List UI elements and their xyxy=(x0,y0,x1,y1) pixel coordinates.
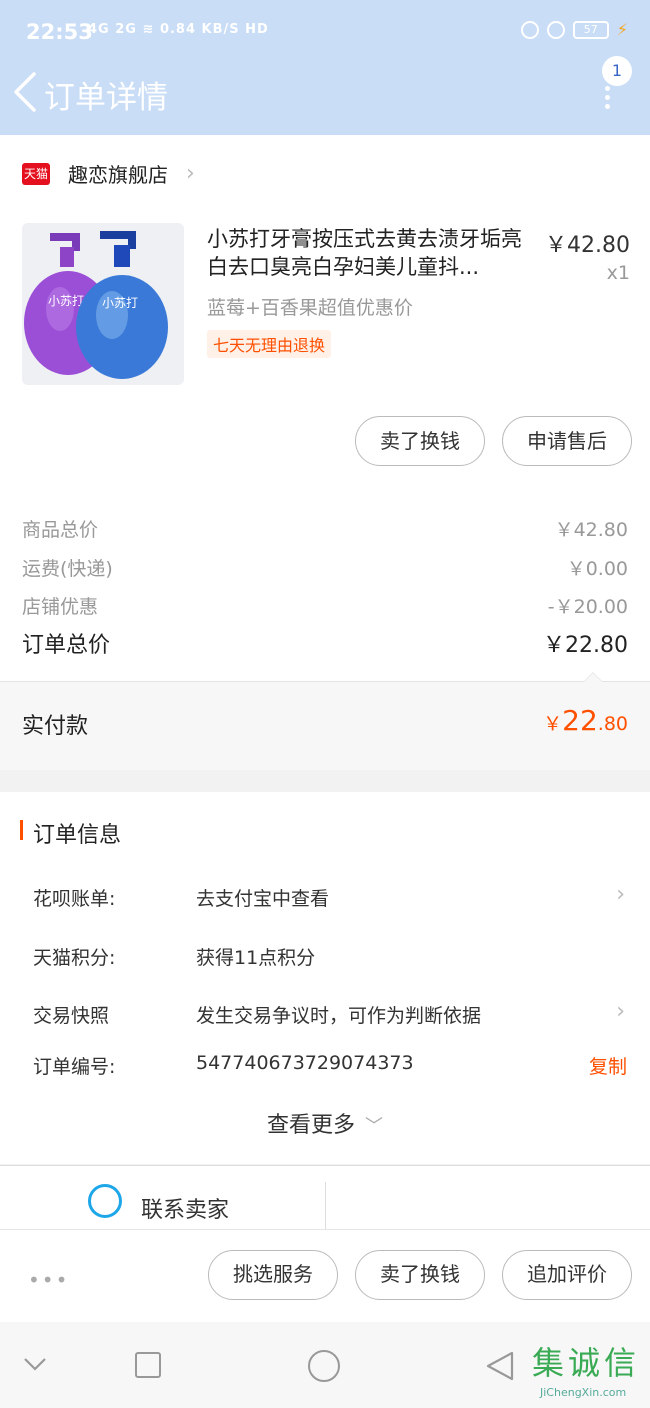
product-title[interactable]: 小苏打牙膏按压式去黄去渍牙垢亮白去口臭亮白孕妇美儿童抖... xyxy=(207,225,527,281)
shop-row[interactable]: 天猫 趣恋旗舰店 › xyxy=(22,159,195,188)
info-value: 547740673729074373 xyxy=(196,1052,414,1074)
info-value: 去支付宝中查看 xyxy=(196,888,330,910)
info-value: 获得11点积分 xyxy=(196,947,316,969)
bottom-action-bar: ••• 挑选服务 卖了换钱 追加评价 xyxy=(0,1229,650,1322)
payment-label: 实付款 xyxy=(22,714,89,739)
fee-label: 商品总价 xyxy=(22,519,99,541)
shop-name: 趣恋旗舰店 xyxy=(68,163,168,187)
payment-amount: ￥22.80 xyxy=(543,704,628,737)
contact-seller-button[interactable]: 联系卖家 xyxy=(141,1192,229,1224)
network-speed: 0.84 KB/S xyxy=(159,22,240,37)
payment-integer: 22 xyxy=(562,704,598,737)
chevron-right-icon: › xyxy=(616,882,625,907)
pointer-arrow-icon xyxy=(583,672,603,682)
chat-face-icon[interactable] xyxy=(88,1184,122,1218)
more-menu-icon[interactable] xyxy=(603,86,611,110)
after-sale-button[interactable]: 申请售后 xyxy=(502,416,632,466)
header: 22:53 4G 2G ≋ 0.84 KB/S HD 57 ⚡ 订单详情 1 xyxy=(0,0,650,135)
bottle-left-label: 小苏打 xyxy=(48,294,84,308)
battery-icon: 57 xyxy=(572,20,609,39)
info-key: 天猫积分: xyxy=(33,947,116,969)
product-price: ￥42.80 xyxy=(545,233,630,258)
product-sku: 蓝莓+百香果超值优惠价 xyxy=(207,297,413,319)
home-icon[interactable] xyxy=(308,1350,340,1382)
fee-label: 店铺优惠 xyxy=(22,596,99,618)
hd-label: HD xyxy=(245,22,269,37)
network-label: 4G 2G xyxy=(88,22,137,37)
pick-service-button[interactable]: 挑选服务 xyxy=(208,1250,338,1300)
notification-badge[interactable]: 1 xyxy=(602,56,632,86)
alarm-icon xyxy=(546,20,565,39)
fee-row-discount: 店铺优惠 -￥20.00 xyxy=(22,592,628,619)
info-key: 交易快照 xyxy=(33,1005,110,1027)
return-policy-tag: 七天无理由退换 xyxy=(207,330,332,358)
status-right: 57 ⚡ xyxy=(520,20,628,39)
order-info-section: 订单信息 花呗账单: 去支付宝中查看 › 天猫积分: 获得11点积分 交易快照 … xyxy=(0,792,650,1164)
fee-label: 运费(快递) xyxy=(22,558,113,580)
status-time: 22:53 xyxy=(26,20,93,44)
contact-row: 联系卖家 xyxy=(0,1165,650,1230)
nav-collapse-icon[interactable] xyxy=(22,1356,48,1372)
recent-apps-icon[interactable] xyxy=(135,1352,161,1378)
info-value: 发生交易争议时，可作为判断依据 xyxy=(196,1005,482,1027)
payment-currency: ￥ xyxy=(543,713,563,735)
copy-button[interactable]: 复制 xyxy=(589,1052,627,1079)
chevron-right-icon: › xyxy=(616,999,625,1024)
order-card: 天猫 趣恋旗舰店 › 小苏打 小苏打 小苏打牙膏按压式去黄去渍牙垢亮白去口臭亮白… xyxy=(0,135,650,770)
lock-rotation-icon xyxy=(520,20,539,39)
divider xyxy=(325,1182,326,1230)
see-more-label: 查看更多 xyxy=(266,1113,355,1138)
order-total-label: 订单总价 xyxy=(22,633,111,658)
add-review-button[interactable]: 追加评价 xyxy=(502,1250,632,1300)
fee-value: ￥42.80 xyxy=(554,519,628,541)
fee-value: -￥20.00 xyxy=(547,596,628,618)
product-image[interactable]: 小苏打 小苏打 xyxy=(22,223,184,385)
status-network: 4G 2G ≋ 0.84 KB/S HD xyxy=(88,22,269,37)
fee-value: ￥0.00 xyxy=(566,558,628,580)
fee-row-goods: 商品总价 ￥42.80 xyxy=(22,515,628,542)
product-quantity: x1 xyxy=(606,262,630,284)
payment-row: 实付款 ￥22.80 xyxy=(0,672,650,770)
order-info-title: 订单信息 xyxy=(33,823,122,848)
order-total-value: ￥22.80 xyxy=(543,633,628,658)
chevron-right-icon: › xyxy=(186,161,195,186)
nav-back-icon[interactable] xyxy=(484,1350,516,1382)
wifi-icon: ≋ xyxy=(142,22,155,37)
info-key: 订单编号: xyxy=(33,1056,116,1078)
see-more-button[interactable]: 查看更多 ﹀ xyxy=(0,1107,650,1139)
back-arrow-icon[interactable] xyxy=(10,70,38,114)
chevron-down-icon: ﹀ xyxy=(365,1116,383,1137)
tmall-logo-icon: 天猫 xyxy=(22,162,50,185)
watermark-logo: 集诚信 JiChengXin.com xyxy=(532,1338,648,1406)
payment-decimal: .80 xyxy=(597,713,628,735)
watermark-url: JiChengXin.com xyxy=(540,1386,627,1399)
more-actions-icon[interactable]: ••• xyxy=(28,1268,69,1292)
page-title: 订单详情 xyxy=(44,80,168,116)
fee-row-shipping: 运费(快递) ￥0.00 xyxy=(22,554,628,581)
status-bar: 22:53 4G 2G ≋ 0.84 KB/S HD 57 ⚡ xyxy=(0,0,650,66)
section-accent-bar xyxy=(20,820,23,840)
watermark-text: 集诚信 xyxy=(532,1344,641,1382)
sell-button[interactable]: 卖了换钱 xyxy=(355,416,485,466)
order-total-row: 订单总价 ￥22.80 xyxy=(22,627,628,659)
bottle-right-label: 小苏打 xyxy=(102,296,138,310)
info-key: 花呗账单: xyxy=(33,888,116,910)
sell-button-bottom[interactable]: 卖了换钱 xyxy=(355,1250,485,1300)
charging-icon: ⚡ xyxy=(616,20,628,39)
